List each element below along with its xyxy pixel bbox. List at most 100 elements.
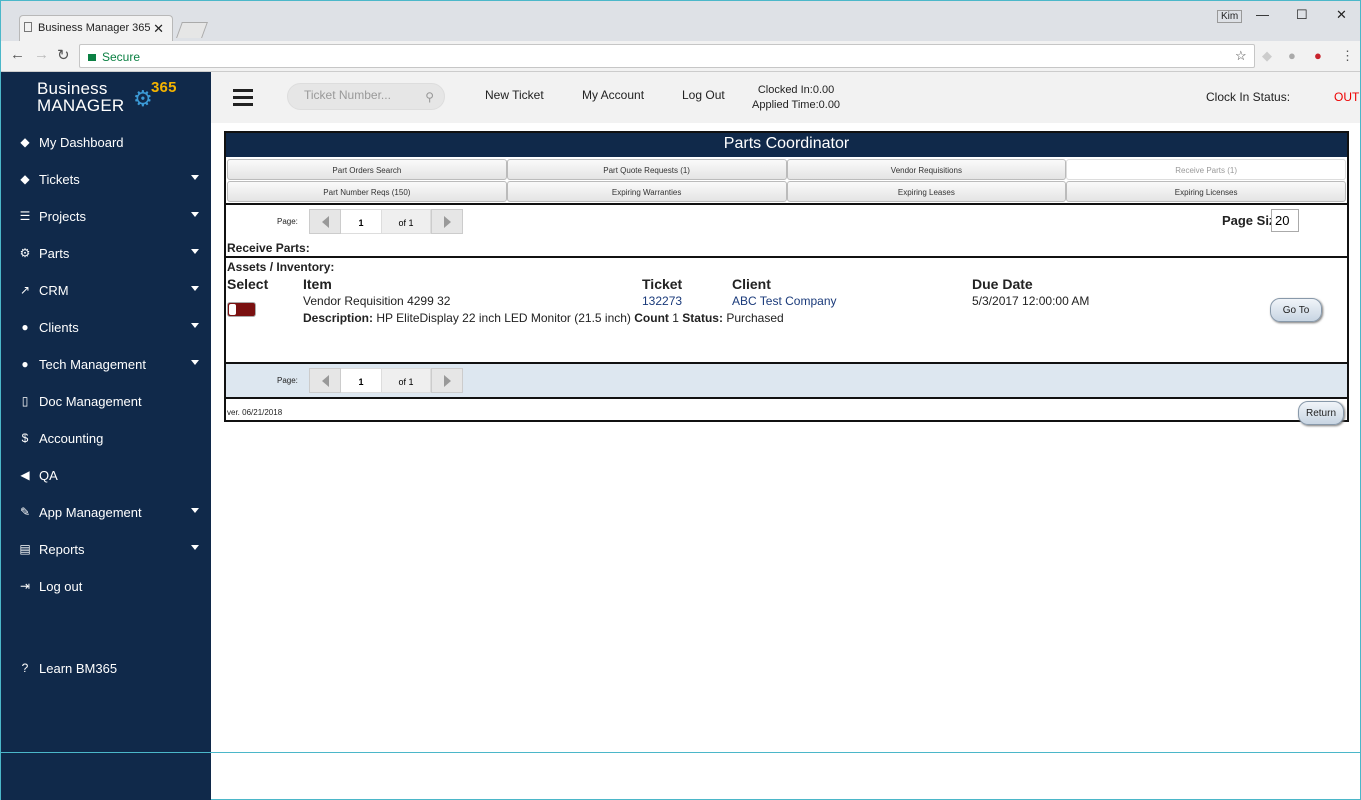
sidebar-item-app-management[interactable]: ✎ App Management: [1, 494, 211, 531]
item-cell: Vendor Requisition 4299 32: [303, 294, 451, 308]
forward-icon[interactable]: →: [34, 46, 49, 63]
group-label: Assets / Inventory:: [227, 260, 335, 274]
search-icon[interactable]: ⚲: [425, 90, 434, 104]
ticket-link[interactable]: 132273: [642, 294, 682, 308]
new-tab-button[interactable]: [176, 22, 208, 38]
sidebar-item-qa[interactable]: ◀ QA: [1, 457, 211, 494]
user-chip[interactable]: Kim: [1217, 10, 1243, 23]
tab-vendor-requisitions[interactable]: Vendor Requisitions: [786, 159, 1067, 180]
close-window-icon[interactable]: ✕: [1336, 7, 1347, 23]
sidebar-item-learn-bm365[interactable]: ? Learn BM365: [1, 650, 211, 687]
sidebar-item-log-out[interactable]: ⇥ Log out: [1, 568, 211, 605]
next-page-icon[interactable]: [431, 209, 463, 234]
pinterest-icon[interactable]: ●: [1314, 48, 1322, 63]
clocked-in-text: Clocked In:0.00: [757, 84, 835, 96]
maximize-icon[interactable]: ☐: [1296, 7, 1308, 23]
return-button[interactable]: Return: [1298, 401, 1344, 425]
applied-time-text: Applied Time:0.00: [752, 99, 841, 111]
client-link[interactable]: ABC Test Company: [732, 294, 837, 308]
sidebar-item-label: QA: [39, 468, 58, 483]
tab-expiring-warranties[interactable]: Expiring Warranties: [506, 181, 787, 202]
server-icon: ☰: [19, 209, 31, 223]
tab-part-quote-requests[interactable]: Part Quote Requests (1): [506, 159, 787, 180]
due-date-cell: 5/3/2017 12:00:00 AM: [972, 294, 1090, 308]
sidebar-item-doc-management[interactable]: ▯ Doc Management: [1, 383, 211, 420]
new-ticket-link[interactable]: New Ticket: [485, 88, 544, 102]
tab-receive-parts[interactable]: Receive Parts (1): [1066, 159, 1346, 180]
column-header-due-date: Due Date: [972, 276, 1033, 292]
caret-down-icon: [191, 323, 199, 328]
my-account-link[interactable]: My Account: [582, 88, 644, 102]
page-number[interactable]: 1: [341, 368, 381, 393]
menu-dots-icon[interactable]: ⋮: [1341, 48, 1354, 64]
sidebar-item-crm[interactable]: ↗ CRM: [1, 272, 211, 309]
tab-expiring-licenses[interactable]: Expiring Licenses: [1066, 181, 1346, 202]
sidebar-item-projects[interactable]: ☰ Projects: [1, 198, 211, 235]
sidebar-item-my-dashboard[interactable]: ◆ My Dashboard: [1, 124, 211, 161]
tab-part-number-reqs[interactable]: Part Number Reqs (150): [227, 181, 507, 202]
ticket-search-input[interactable]: Ticket Number... ⚲: [287, 83, 445, 110]
select-toggle[interactable]: [227, 302, 256, 317]
sidebar-item-tickets[interactable]: ◆ Tickets: [1, 161, 211, 198]
pager-label: Page:: [277, 217, 298, 226]
clock-summary: Clocked In:0.00 Applied Time:0.00: [752, 83, 840, 113]
sidebar-item-reports[interactable]: ▤ Reports: [1, 531, 211, 568]
sidebar-item-label: App Management: [39, 505, 142, 520]
log-out-link[interactable]: Log Out: [682, 88, 725, 102]
caret-down-icon: [191, 286, 199, 291]
bookmark-star-icon[interactable]: ☆: [1235, 48, 1247, 64]
sidebar-item-label: Projects: [39, 209, 86, 224]
sidebar-item-accounting[interactable]: $ Accounting: [1, 420, 211, 457]
top-bar: Ticket Number... ⚲ New Ticket My Account…: [211, 72, 1360, 123]
search-placeholder: Ticket Number...: [304, 88, 391, 102]
go-to-button[interactable]: Go To: [1270, 298, 1322, 322]
pager-bottom: Page: 1 of 1: [226, 364, 1347, 397]
sidebar-item-clients[interactable]: ● Clients: [1, 309, 211, 346]
minimize-icon[interactable]: —: [1256, 7, 1269, 22]
tab-close-icon[interactable]: ✕: [153, 21, 164, 37]
reload-icon[interactable]: ↻: [57, 46, 70, 64]
panel-tabs-row1: Part Orders Search Part Quote Requests (…: [226, 157, 1347, 180]
version-footer: ver. 06/21/2018 Return: [226, 399, 1347, 425]
hamburger-menu-icon[interactable]: [233, 89, 253, 106]
tab-expiring-leases[interactable]: Expiring Leases: [786, 181, 1067, 202]
column-header-ticket: Ticket: [642, 276, 683, 292]
sidebar-item-parts[interactable]: ⚙ Parts: [1, 235, 211, 272]
column-header-item: Item: [303, 276, 332, 292]
logo[interactable]: Business MANAGER ⚙ 365: [37, 79, 176, 114]
page-number[interactable]: 1: [341, 209, 381, 234]
address-bar: ← → ↻ Secure ☆ ◆ ● ● ⋮: [1, 41, 1360, 72]
file-text-icon: ▤: [19, 542, 31, 556]
caret-down-icon: [191, 508, 199, 513]
caret-down-icon: [191, 249, 199, 254]
browser-tab[interactable]: Business Manager 365 ✕: [19, 15, 173, 42]
prev-page-icon[interactable]: [309, 368, 341, 393]
sidebar-item-label: Tickets: [39, 172, 80, 187]
sidebar-item-label: Clients: [39, 320, 79, 335]
panel-title: Parts Coordinator: [226, 133, 1347, 157]
page-size-input[interactable]: 20: [1271, 209, 1299, 232]
divider: [1, 752, 211, 753]
back-icon[interactable]: ←: [10, 46, 25, 63]
prev-page-icon[interactable]: [309, 209, 341, 234]
clock-in-status-value[interactable]: OUT: [1334, 90, 1359, 104]
column-header-client: Client: [732, 276, 771, 292]
sidebar-item-label: Learn BM365: [39, 661, 118, 676]
logo-line1: Business: [37, 79, 108, 98]
sidebar-learn: ? Learn BM365: [1, 650, 211, 687]
tab-part-orders-search[interactable]: Part Orders Search: [227, 159, 507, 180]
next-page-icon[interactable]: [431, 368, 463, 393]
status-value: Purchased: [726, 311, 784, 325]
url-field[interactable]: Secure: [79, 44, 1255, 68]
parts-coordinator-panel: Parts Coordinator Part Orders Search Par…: [224, 131, 1349, 425]
tag-icon: ◆: [20, 135, 30, 149]
question-circle-icon: ?: [21, 661, 29, 675]
count-value: 1: [672, 311, 679, 325]
file-icon: ▯: [21, 394, 29, 408]
sidebar-item-label: Log out: [39, 579, 83, 594]
page-of: of 1: [381, 368, 431, 393]
extension-circle-icon[interactable]: ●: [1288, 48, 1296, 63]
table-row: Assets / Inventory: Select Item Ticket C…: [226, 258, 1347, 362]
sidebar-item-tech-management[interactable]: ● Tech Management: [1, 346, 211, 383]
extension-icon[interactable]: ◆: [1262, 48, 1272, 64]
